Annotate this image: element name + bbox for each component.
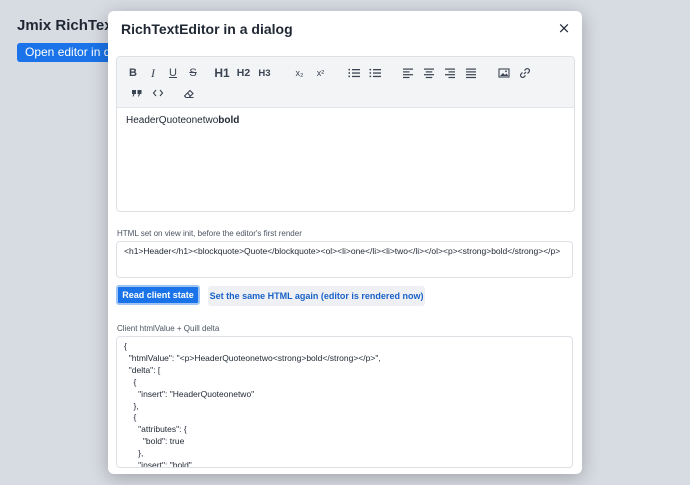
close-button[interactable]: × <box>556 20 572 36</box>
h1-button[interactable]: H1 <box>211 63 233 83</box>
rich-text-editor: B I U S H1 H2 H3 x₂ x² HeaderQuoteonetwo… <box>116 56 575 212</box>
dialog: RichTextEditor in a dialog × B I U S H1 … <box>108 11 582 474</box>
content-bold-text: bold <box>218 115 240 126</box>
editor-toolbar: B I U S H1 H2 H3 x₂ x² <box>117 57 574 108</box>
toolbar-row-1: B I U S H1 H2 H3 x₂ x² <box>123 63 535 83</box>
align-center-icon[interactable] <box>418 63 439 83</box>
dialog-header: RichTextEditor in a dialog × <box>108 11 582 49</box>
client-state-textarea[interactable]: { "htmlValue": "<p>HeaderQuoteonetwo<str… <box>116 336 573 468</box>
toolbar-row-2 <box>127 83 199 103</box>
client-field-label: Client htmlValue + Quill delta <box>117 324 220 333</box>
html-field-label: HTML set on view init, before the editor… <box>117 229 302 238</box>
clear-format-icon[interactable] <box>179 83 199 103</box>
h2-button[interactable]: H2 <box>233 63 254 83</box>
h3-button[interactable]: H3 <box>254 63 275 83</box>
set-html-again-button[interactable]: Set the same HTML again (editor is rende… <box>208 286 425 306</box>
underline-button[interactable]: U <box>163 63 183 83</box>
content-text: HeaderQuoteonetwo <box>126 115 219 126</box>
subscript-button[interactable]: x₂ <box>289 63 310 83</box>
strike-button[interactable]: S <box>183 63 203 83</box>
italic-button[interactable]: I <box>143 63 163 83</box>
align-justify-icon[interactable] <box>460 63 481 83</box>
ordered-list-icon[interactable] <box>343 63 364 83</box>
blockquote-icon[interactable] <box>127 83 147 103</box>
html-textarea[interactable]: <h1>Header</h1><blockquote>Quote</blockq… <box>116 241 573 278</box>
code-block-icon[interactable] <box>147 83 169 103</box>
dialog-title: RichTextEditor in a dialog <box>121 21 293 37</box>
align-right-icon[interactable] <box>439 63 460 83</box>
align-left-icon[interactable] <box>397 63 418 83</box>
editor-content[interactable]: HeaderQuoteonetwobold <box>117 108 574 133</box>
superscript-button[interactable]: x² <box>310 63 331 83</box>
bullet-list-icon[interactable] <box>364 63 385 83</box>
image-icon[interactable] <box>493 63 514 83</box>
bold-button[interactable]: B <box>123 63 143 83</box>
read-client-state-button[interactable]: Read client state <box>116 285 200 305</box>
link-icon[interactable] <box>514 63 535 83</box>
